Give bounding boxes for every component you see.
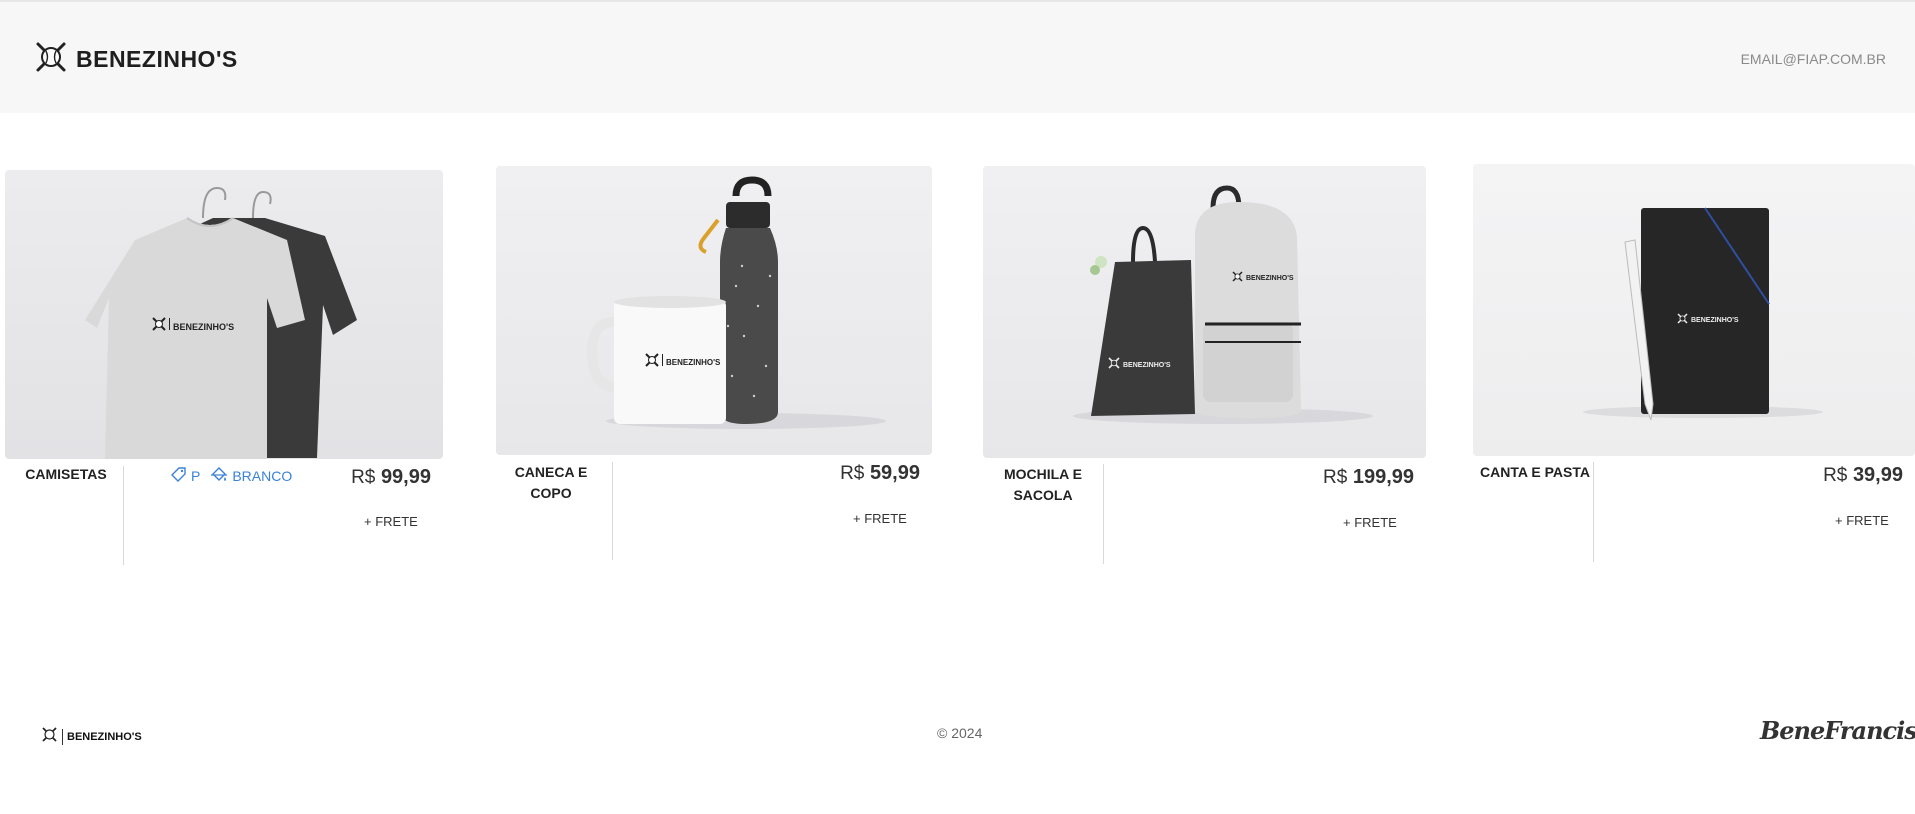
footer-logo-separator — [62, 729, 63, 745]
product-logo-text: BENEZINHO'S — [1691, 317, 1739, 324]
product-name: CANECA E COPO — [514, 464, 588, 501]
shipping-note: + FRETE — [364, 514, 418, 529]
color-option[interactable]: BRANCO — [232, 468, 292, 484]
product-logo-text: BENEZINHO'S — [173, 322, 234, 332]
footer-logo[interactable]: BENEZINHO'S — [41, 726, 142, 748]
product-image-camisetas[interactable]: BENEZINHO'S — [5, 170, 443, 459]
product-logo-text: BENEZINHO'S — [1123, 362, 1171, 369]
product-logo-text: BENEZINHO'S — [1246, 275, 1294, 282]
copyright: © 2024 — [937, 725, 983, 741]
contact-email[interactable]: EMAIL@FIAP.COM.BR — [1741, 51, 1886, 67]
price-currency: R$ — [840, 463, 865, 484]
tag-icon — [170, 466, 187, 486]
divider — [1593, 462, 1594, 562]
product-image-mochila-e-sacola[interactable]: BENEZINHO'S BENEZINHO'S — [983, 166, 1426, 458]
product-card-canta-e-pasta[interactable]: BENEZINHO'S CANTA E PASTA R$ 39,99 + FRE… — [1473, 164, 1915, 564]
product-card-camisetas[interactable]: BENEZINHO'S CAMISETAS P BRANCO R$ 99,99 … — [5, 170, 443, 565]
product-price: R$ 59,99 — [840, 462, 920, 485]
price-value: 39,99 — [1852, 464, 1903, 486]
brand[interactable]: BENEZINHO'S — [34, 40, 238, 79]
product-card-caneca-e-copo[interactable]: BENEZINHO'S CANECA E COPO R$ 59,99 + FRE… — [496, 166, 932, 562]
product-image-canta-e-pasta[interactable]: BENEZINHO'S — [1473, 164, 1915, 456]
divider — [612, 462, 613, 560]
shipping-note: + FRETE — [1343, 515, 1397, 530]
product-logo-text: BENEZINHO'S — [666, 358, 721, 367]
divider — [1103, 464, 1104, 564]
price-currency: R$ — [1322, 467, 1348, 488]
shipping-note: + FRETE — [853, 511, 907, 526]
benefrancis-signature-logo[interactable]: BeneFrancis — [1760, 716, 1915, 745]
paint-bucket-icon — [210, 466, 228, 486]
product-card-mochila-e-sacola[interactable]: BENEZINHO'S BENEZINHO'S MOCHILA E SACOLA… — [983, 166, 1426, 566]
divider — [123, 466, 124, 565]
price-currency: R$ — [351, 467, 376, 488]
price-value: 199,99 — [1352, 466, 1414, 488]
size-option[interactable]: P — [191, 468, 200, 484]
product-name: CAMISETAS — [25, 466, 107, 482]
product-price: R$ 99,99 — [351, 466, 431, 489]
price-value: 59,99 — [869, 462, 920, 484]
product-options[interactable]: P BRANCO — [170, 466, 292, 486]
site-header: BENEZINHO'S EMAIL@FIAP.COM.BR — [0, 0, 1915, 113]
price-value: 99,99 — [380, 466, 431, 488]
product-name: CANTA E PASTA — [1480, 464, 1590, 480]
shipping-note: + FRETE — [1835, 513, 1889, 528]
product-image-caneca-e-copo[interactable]: BENEZINHO'S — [496, 166, 932, 455]
product-price: R$ 39,99 — [1823, 464, 1903, 487]
footer-brand: BENEZINHO'S — [67, 731, 142, 743]
price-currency: R$ — [1823, 465, 1848, 486]
baseball-logo-icon — [41, 726, 58, 748]
brand-title: BENEZINHO'S — [76, 46, 238, 72]
product-name: MOCHILA E SACOLA — [1003, 466, 1083, 503]
baseball-logo-icon — [34, 40, 68, 79]
product-price: R$ 199,99 — [1323, 466, 1414, 489]
